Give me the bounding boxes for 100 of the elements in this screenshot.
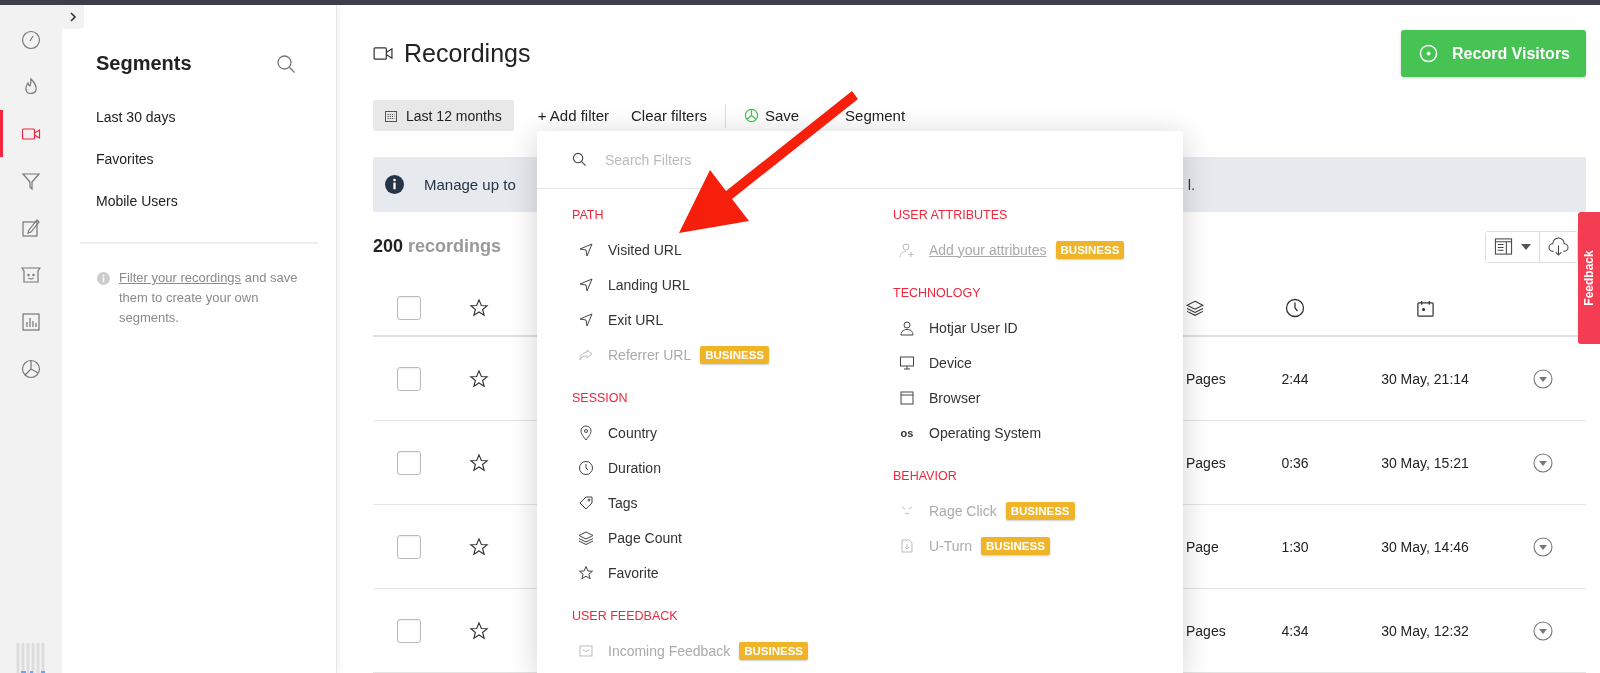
funnel-icon: [21, 170, 41, 191]
section-heading: USER FEEDBACK: [572, 608, 678, 625]
chevron-right-icon: [68, 12, 78, 22]
bar-chart-icon: [21, 311, 41, 332]
recordings-count: 200 recordings: [373, 236, 502, 258]
filter-option[interactable]: Operating System: [929, 424, 1042, 441]
filter-recordings-link[interactable]: Filter your recordings: [119, 270, 242, 285]
search-icon[interactable]: [276, 53, 296, 74]
star-icon[interactable]: [469, 536, 489, 557]
mini-bars-drawing: [16, 643, 46, 673]
checkbox[interactable]: [397, 296, 421, 321]
browser-window-icon: [899, 389, 915, 406]
segment-item[interactable]: Last 30 days: [62, 96, 336, 138]
plan-badge: BUSINESS: [1005, 501, 1075, 520]
dropdown-circle-icon[interactable]: [1533, 536, 1553, 557]
navigation-icon: [578, 276, 594, 293]
filter-search-field[interactable]: Search Filters: [603, 150, 1183, 169]
info-icon: [385, 174, 404, 194]
page-title: Recordings: [404, 39, 532, 68]
filter-option[interactable]: Hotjar User ID: [929, 319, 1018, 336]
clear-filters-button[interactable]: Clear filters: [625, 100, 713, 131]
smiley-box-icon: [21, 264, 41, 285]
table-cell: 4:34: [1281, 622, 1309, 639]
monitor-icon: [899, 354, 915, 371]
u-turn-icon: [899, 537, 915, 554]
table-cell-text: Pages: [1186, 622, 1227, 639]
clock-icon: [578, 459, 594, 476]
os-icon: os: [899, 426, 915, 439]
table-cell-text: Pages: [1186, 370, 1227, 387]
pie-chart-icon: [743, 108, 759, 123]
dashboard-icon: [21, 29, 41, 50]
filter-option[interactable]: Tags: [608, 494, 638, 511]
calendar-icon: [385, 109, 397, 122]
section-heading: PATH: [572, 207, 604, 224]
help-text: Filter your recordings and save them to create your own segments.: [119, 269, 299, 327]
filter-option[interactable]: Country: [608, 424, 658, 441]
table-cell-text: Page: [1186, 538, 1220, 555]
navigation-icon: [578, 311, 594, 328]
filter-option[interactable]: Visited URL: [608, 241, 682, 258]
star-icon: [578, 564, 594, 581]
table-cell: 30 May, 12:32: [1381, 622, 1469, 639]
segment-item[interactable]: Favorites: [62, 138, 336, 180]
download-button[interactable]: [1539, 231, 1577, 262]
panel-title: Segments: [96, 52, 192, 75]
segment-item[interactable]: Mobile Users: [62, 180, 336, 222]
checkbox[interactable]: [397, 450, 421, 475]
calendar-icon: [1415, 298, 1435, 318]
share-icon: [578, 346, 594, 363]
dropdown-circle-icon[interactable]: [1533, 620, 1553, 641]
filter-option[interactable]: Duration: [608, 459, 661, 476]
record-icon: [1419, 44, 1439, 63]
filter-option[interactable]: Exit URL: [608, 311, 664, 328]
edit-icon: [21, 217, 41, 238]
expand-button[interactable]: [62, 5, 84, 29]
star-icon[interactable]: [469, 452, 489, 473]
search-icon: [572, 152, 587, 167]
star-icon[interactable]: [469, 368, 489, 389]
table-cell: 2:44: [1281, 370, 1309, 387]
plan-badge: BUSINESS: [1055, 240, 1125, 259]
add-filter-button[interactable]: + Add filter: [531, 100, 616, 131]
inbox-icon: [578, 642, 594, 659]
clock-icon: [1285, 298, 1305, 319]
tag-icon: [578, 494, 594, 511]
section-heading: SESSION: [572, 390, 628, 407]
filter-option[interactable]: Landing URL: [608, 276, 690, 293]
table-cell: 30 May, 14:46: [1381, 538, 1469, 555]
table-cell-text: Pages: [1186, 454, 1227, 471]
layers-icon: [1186, 299, 1204, 318]
layers-icon: [578, 529, 594, 546]
user-icon: [899, 319, 915, 336]
date-range-button[interactable]: Last 12 months: [373, 100, 514, 131]
filter-option[interactable]: Favorite: [608, 564, 659, 581]
star-icon[interactable]: [469, 620, 489, 641]
navigation-icon: [578, 241, 594, 258]
star-icon[interactable]: [469, 298, 489, 319]
list-icon: [1494, 237, 1513, 257]
table-cell: 0:36: [1281, 454, 1309, 471]
dropdown-circle-icon[interactable]: [1533, 452, 1553, 473]
banner-text: Manage up to: [424, 175, 516, 193]
checkbox[interactable]: [397, 618, 421, 643]
table-cell: 30 May, 15:21: [1381, 454, 1469, 471]
cloud-download-icon: [1548, 237, 1569, 257]
dropdown-circle-icon[interactable]: [1533, 368, 1553, 389]
plan-badge: BUSINESS: [700, 345, 770, 364]
section-heading: BEHAVIOR: [893, 468, 957, 485]
checkbox[interactable]: [397, 534, 421, 559]
feedback-tab[interactable]: Feedback: [1578, 212, 1600, 344]
video-camera-icon: [373, 46, 394, 61]
filter-option[interactable]: Device: [929, 354, 972, 371]
plan-badge: BUSINESS: [739, 641, 808, 660]
filter-option[interactable]: Browser: [929, 389, 981, 406]
save-segment-button[interactable]: Save Segment: [737, 100, 912, 131]
pie-chart-icon: [21, 358, 41, 379]
filter-option[interactable]: Page Count: [608, 529, 682, 546]
banner-text: l.: [1187, 175, 1196, 193]
checkbox[interactable]: [397, 366, 421, 391]
section-heading: USER ATTRIBUTES: [893, 207, 1008, 224]
location-pin-icon: [578, 424, 594, 441]
info-icon: [97, 272, 110, 285]
user-add-icon: [899, 241, 915, 258]
